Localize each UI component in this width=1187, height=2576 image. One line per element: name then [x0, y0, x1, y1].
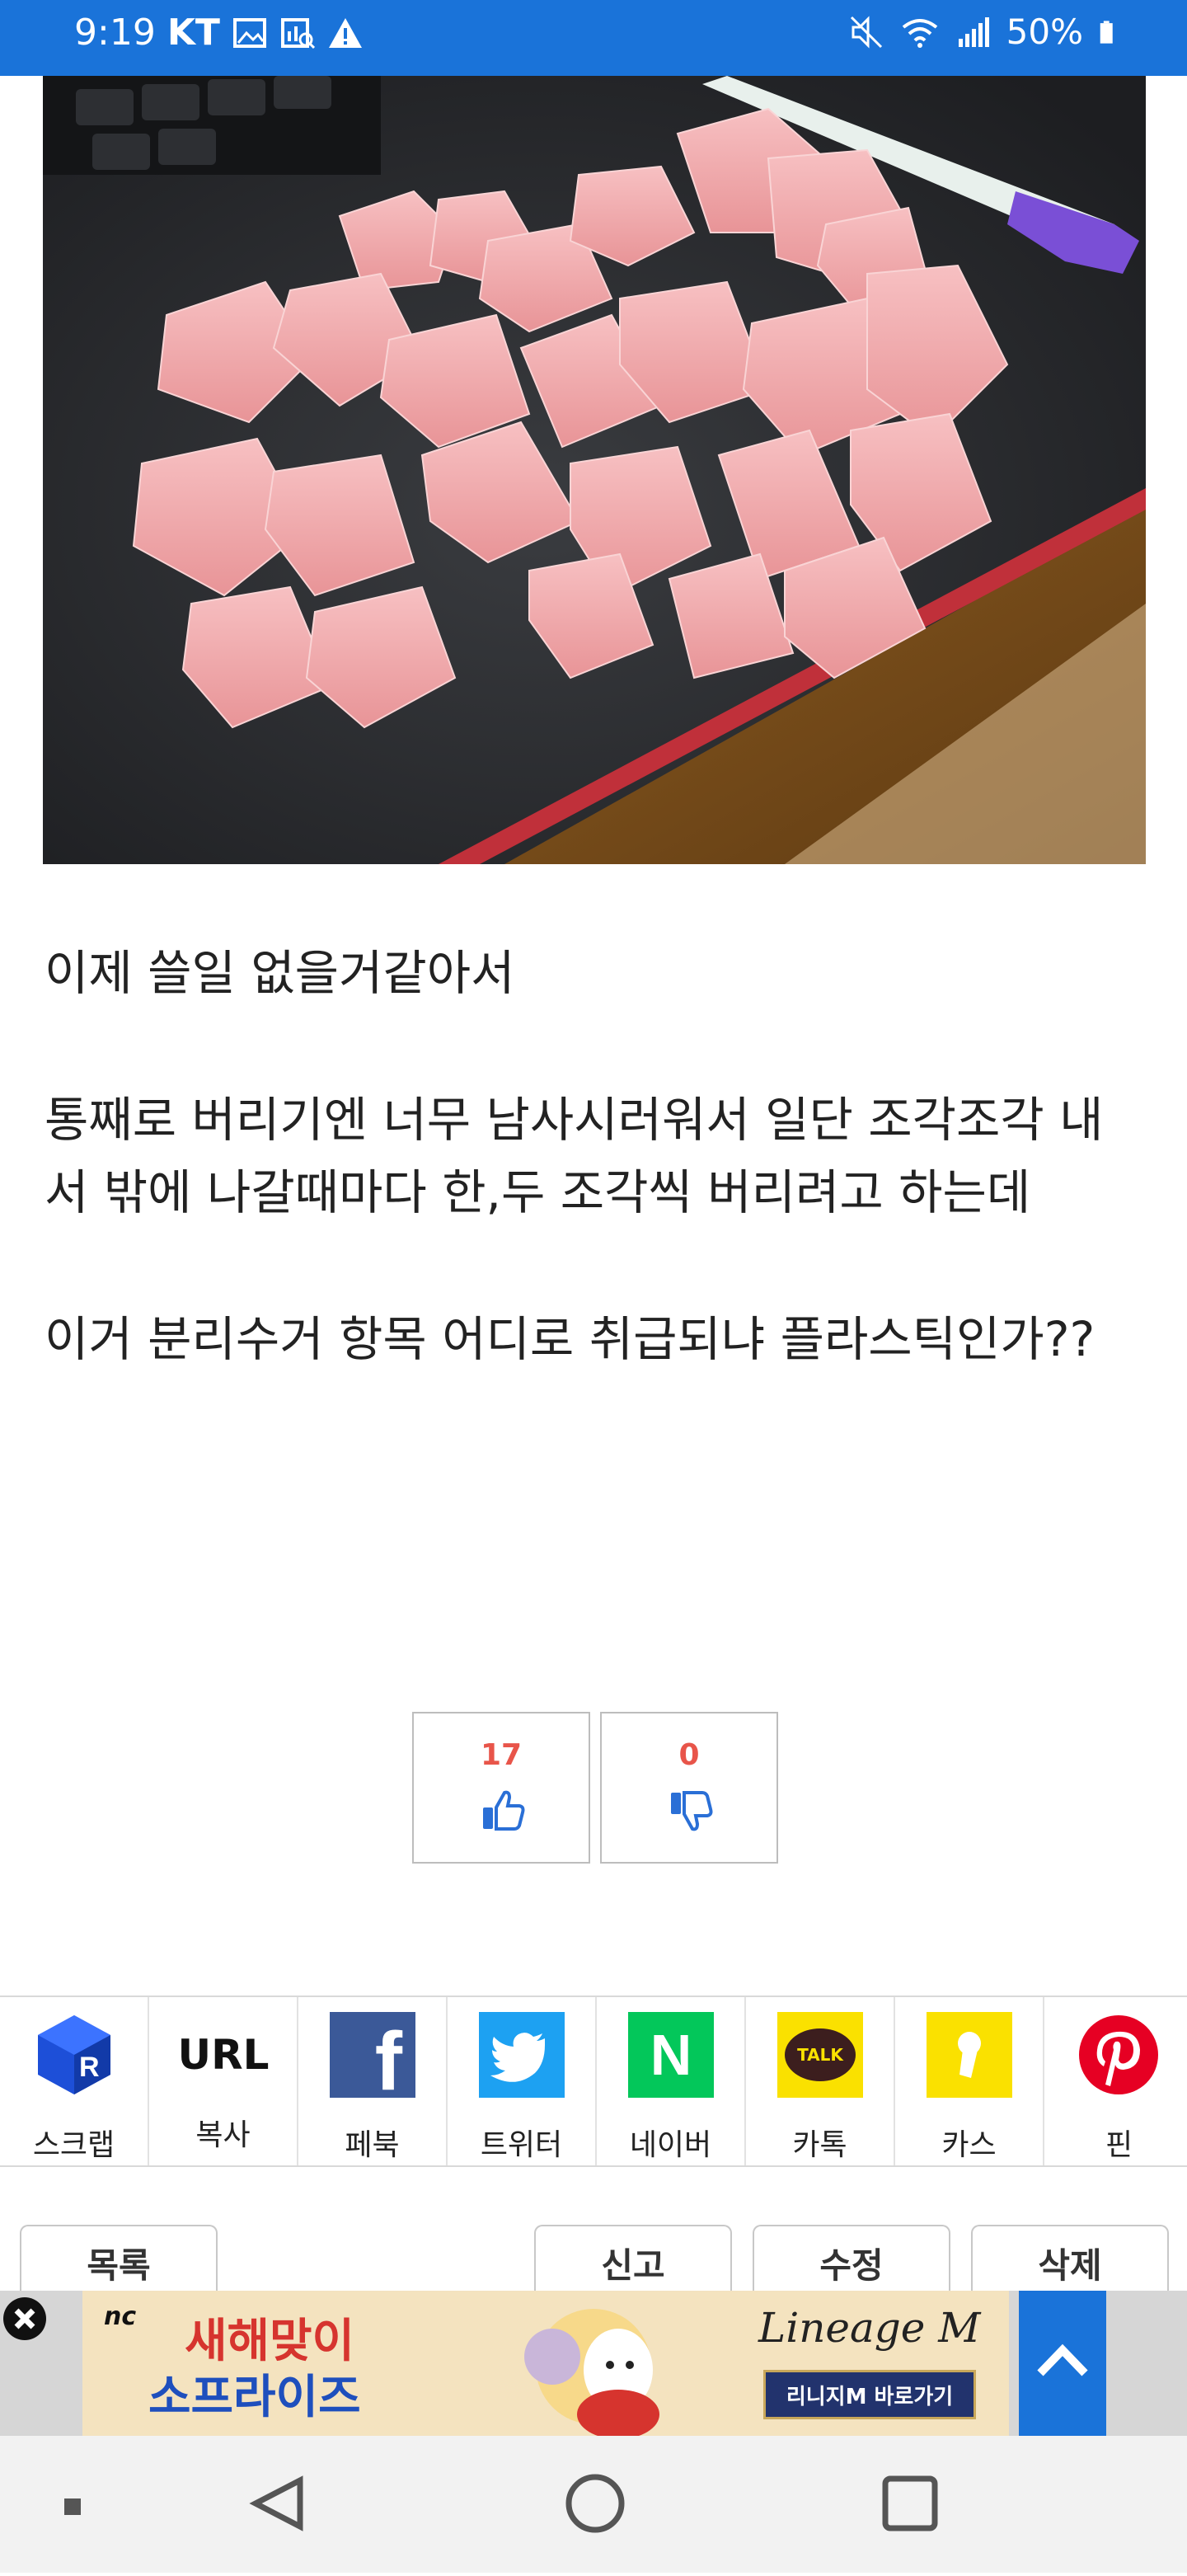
- kakaotalk-bubble: TALK: [785, 2028, 856, 2081]
- share-label: 네이버: [629, 2128, 712, 2162]
- facebook-icon-text: f: [374, 2015, 402, 2108]
- post-text-line: 이제 쓸일 없을거같아서: [45, 945, 515, 1001]
- warning-icon: [328, 17, 362, 48]
- ad-area: nc 새해맞이 소프라이즈 Lineage M 리니지M 바로가기: [0, 2291, 1187, 2436]
- ad-banner[interactable]: nc 새해맞이 소프라이즈 Lineage M 리니지M 바로가기: [82, 2291, 1009, 2436]
- share-label: 트위터: [480, 2128, 563, 2162]
- ad-close-button[interactable]: [3, 2297, 46, 2340]
- pinterest-icon: [1079, 2015, 1158, 2094]
- ad-headline-2: 소프라이즈: [148, 2371, 361, 2424]
- post-text-line: 서 밖에 나갈때마다 한,두 조각씩 버리려고 하는데: [45, 1164, 1031, 1220]
- status-left: 9:19 KT: [74, 12, 364, 54]
- edit-button[interactable]: 수정: [753, 2225, 950, 2299]
- chevron-up-icon: [1037, 2343, 1088, 2376]
- wifi-icon: [902, 18, 937, 48]
- thumbs-up-icon: [483, 1790, 525, 1831]
- battery-icon: [1100, 20, 1113, 44]
- share-bar: R 스크랩 URL 복사 f 페북 트위터 N 네이버 TALK 카톡 카스 핀: [0, 1995, 1187, 2167]
- kakaotalk-icon-text: TALK: [797, 2045, 843, 2065]
- back-icon: [249, 2475, 303, 2531]
- twitter-icon: [479, 2012, 565, 2098]
- ad-game-logo: Lineage M: [758, 2304, 981, 2352]
- gallery-icon: [232, 17, 266, 48]
- kakaostory-icon: [927, 2012, 1012, 2098]
- share-label: 카톡: [792, 2128, 847, 2162]
- svg-text:R: R: [79, 2052, 100, 2083]
- thumbs-down-icon: [671, 1791, 713, 1831]
- post-text-line: 통째로 버리기엔 너무 남사시러워서 일단 조각조각 내: [45, 1092, 1104, 1148]
- signal-icon: [958, 16, 989, 47]
- share-label: 복사: [195, 2118, 251, 2152]
- share-label: 핀: [1105, 2128, 1133, 2162]
- url-icon-text: URL: [177, 2031, 270, 2079]
- naver-icon-text: N: [650, 2023, 692, 2087]
- share-twitter-button[interactable]: 트위터: [448, 1997, 597, 2165]
- share-scrap-button[interactable]: R 스크랩: [0, 1997, 149, 2165]
- share-naver-button[interactable]: N 네이버: [597, 1997, 746, 2165]
- scrap-icon: R: [38, 2015, 110, 2094]
- downvote-button[interactable]: 0: [600, 1712, 778, 1864]
- android-nav-bar: [0, 2436, 1187, 2573]
- photo-artwork: [43, 76, 1146, 864]
- status-carrier: KT: [167, 12, 220, 54]
- menu-dot-icon: [64, 2498, 81, 2515]
- kakaotalk-icon: TALK: [777, 2012, 863, 2098]
- upvote-count: 17: [480, 1738, 523, 1772]
- upvote-button[interactable]: 17: [412, 1712, 590, 1864]
- close-icon: [14, 2308, 35, 2329]
- url-icon: URL: [178, 2012, 270, 2098]
- ad-cta-button[interactable]: 리니지M 바로가기: [763, 2370, 976, 2419]
- ad-brand-logo: nc: [104, 2302, 137, 2331]
- share-kakaotalk-button[interactable]: TALK 카톡: [746, 1997, 895, 2165]
- share-pinterest-button[interactable]: 핀: [1044, 1997, 1187, 2165]
- facebook-icon: f: [330, 2012, 415, 2103]
- share-label: 스크랩: [32, 2128, 115, 2162]
- share-label: 카스: [941, 2128, 997, 2162]
- status-bar: 9:19 KT 50%: [0, 0, 1187, 76]
- naver-icon: N: [628, 2012, 714, 2098]
- home-icon: [565, 2474, 625, 2533]
- status-right: 50%: [848, 12, 1123, 52]
- share-kakaostory-button[interactable]: 카스: [895, 1997, 1044, 2165]
- scroll-to-top-button[interactable]: [1019, 2291, 1106, 2436]
- mute-icon: [850, 15, 882, 49]
- post-text-line: 이거 분리수거 항목 어디로 취급되냐 플라스틱인가??: [45, 1311, 1096, 1367]
- status-time: 9:19: [74, 12, 156, 54]
- battery-percent: 50%: [1006, 12, 1083, 52]
- share-facebook-button[interactable]: f 페북: [298, 1997, 448, 2165]
- nav-bar-icons: [64, 2474, 938, 2533]
- report-icon: [280, 17, 315, 49]
- delete-button[interactable]: 삭제: [971, 2225, 1169, 2299]
- list-button[interactable]: 목록: [20, 2225, 218, 2299]
- downvote-count: 0: [678, 1738, 700, 1772]
- share-label: 페북: [345, 2128, 400, 2162]
- recents-icon: [882, 2475, 938, 2531]
- post-photo: [43, 76, 1146, 864]
- share-url-button[interactable]: URL 복사: [149, 1997, 298, 2165]
- report-button[interactable]: 신고: [534, 2225, 732, 2299]
